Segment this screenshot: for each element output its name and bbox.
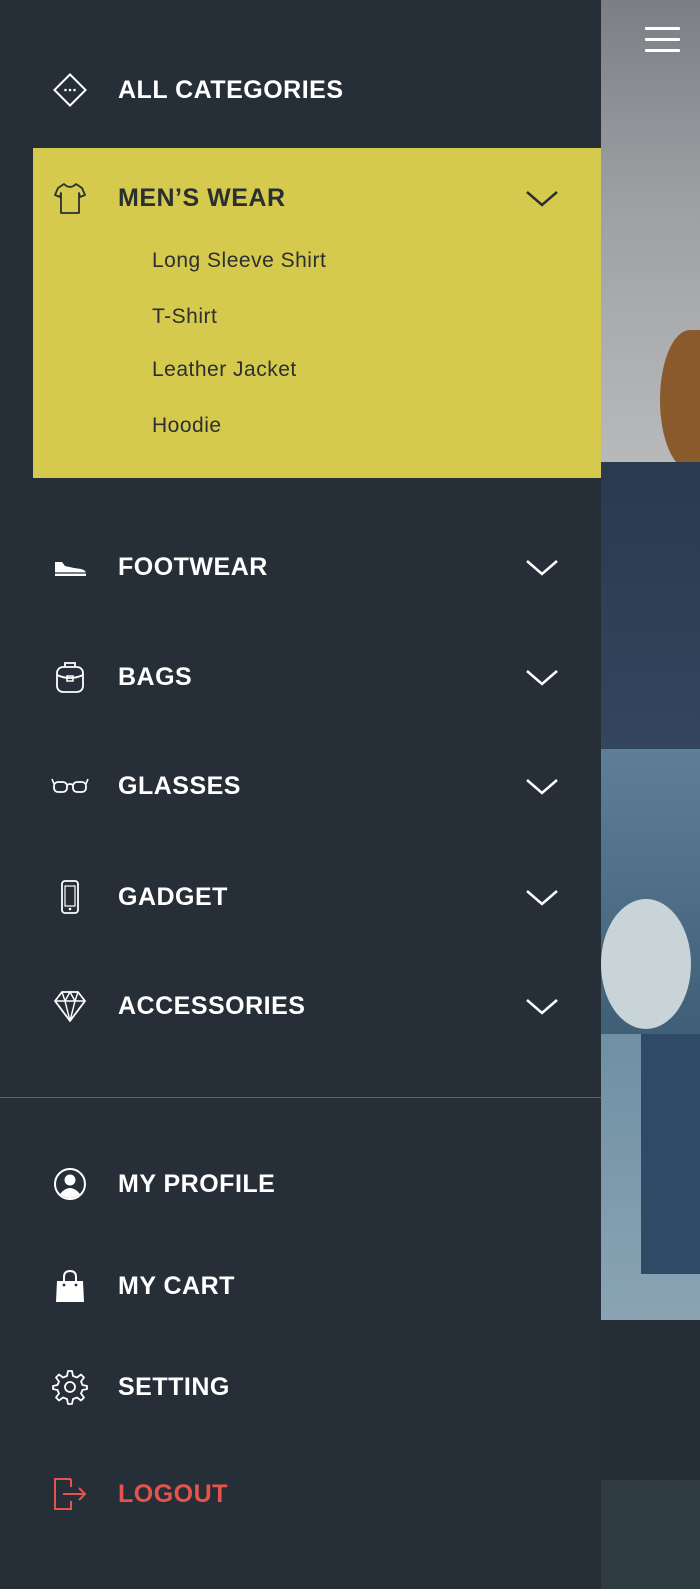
background-photo (601, 0, 700, 470)
menu-item-label: ACCESSORIES (118, 991, 306, 1020)
menu-item-label: MEN’S WEAR (118, 183, 286, 212)
submenu-item[interactable]: Hoodie (152, 414, 222, 438)
menu-item-bags[interactable]: BAGS (0, 642, 601, 712)
menu-item-label: MY CART (118, 1271, 235, 1300)
logout-icon (50, 1474, 90, 1514)
chevron-down-icon[interactable] (524, 994, 560, 1018)
background-photo (601, 1320, 700, 1480)
menu-item-label: GADGET (118, 882, 228, 911)
menu-item-footwear[interactable]: FOOTWEAR (0, 532, 601, 602)
background-photo (601, 1034, 700, 1320)
tag-icon (50, 70, 90, 110)
shopping-bag-icon (50, 1266, 90, 1306)
backpack-icon (50, 657, 90, 697)
diamond-icon (50, 986, 90, 1026)
menu-item-accessories[interactable]: ACCESSORIES (0, 971, 601, 1041)
shoe-icon (50, 547, 90, 587)
menu-item-label: FOOTWEAR (118, 552, 268, 581)
tshirt-icon (50, 178, 90, 218)
menu-item-my-cart[interactable]: MY CART (0, 1251, 601, 1321)
menu-item-all-categories[interactable]: ALL CATEGORIES (0, 55, 601, 125)
menu-item-label: ALL CATEGORIES (118, 75, 344, 104)
user-icon (50, 1164, 90, 1204)
glasses-icon (50, 766, 90, 806)
chevron-down-icon[interactable] (524, 885, 560, 909)
divider (0, 1097, 601, 1098)
navigation-drawer: ALL CATEGORIES MEN’S WEAR Long Sleeve Sh… (0, 0, 601, 1589)
chevron-down-icon[interactable] (524, 555, 560, 579)
menu-item-logout[interactable]: LOGOUT (0, 1459, 601, 1529)
gear-icon (50, 1367, 90, 1407)
menu-item-gadget[interactable]: GADGET (0, 862, 601, 932)
chevron-down-icon[interactable] (524, 774, 560, 798)
menu-item-label: MY PROFILE (118, 1169, 276, 1198)
chevron-down-icon[interactable] (524, 665, 560, 689)
menu-item-mens-wear[interactable]: MEN’S WEAR (0, 163, 601, 233)
submenu-item[interactable]: T-Shirt (152, 305, 217, 329)
menu-item-glasses[interactable]: GLASSES (0, 751, 601, 821)
background-content (601, 0, 700, 1589)
background-photo (601, 749, 700, 1034)
menu-item-my-profile[interactable]: MY PROFILE (0, 1149, 601, 1219)
menu-item-label: GLASSES (118, 771, 241, 800)
menu-item-label: BAGS (118, 662, 193, 691)
background-photo (601, 1480, 700, 1589)
background-photo (601, 462, 700, 749)
menu-item-label: SETTING (118, 1372, 230, 1401)
hamburger-menu-icon[interactable] (645, 27, 680, 53)
menu-item-setting[interactable]: SETTING (0, 1352, 601, 1422)
menu-item-label: LOGOUT (118, 1479, 228, 1508)
chevron-down-icon[interactable] (524, 186, 560, 210)
submenu-item[interactable]: Long Sleeve Shirt (152, 249, 326, 273)
submenu-item[interactable]: Leather Jacket (152, 358, 297, 382)
phone-icon (50, 877, 90, 917)
